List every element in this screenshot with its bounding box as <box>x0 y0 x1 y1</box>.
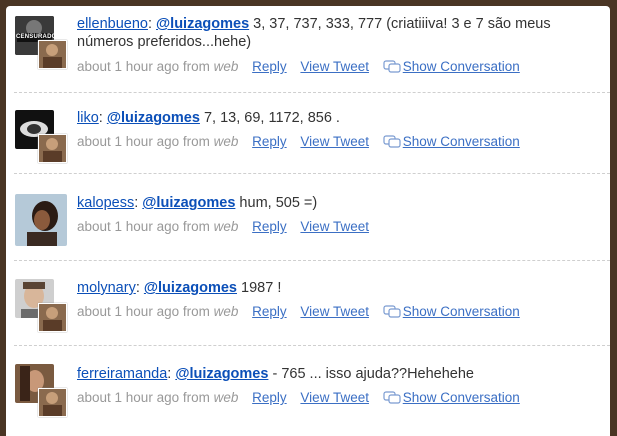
tweet-meta: about 1 hour ago from web Reply View Twe… <box>77 134 520 149</box>
timestamp: about 1 hour ago from <box>77 219 210 234</box>
timeline-panel: CENSURADO ellenbueno: @luizagomes 3, 37,… <box>6 6 610 436</box>
timestamp: about 1 hour ago from <box>77 304 210 319</box>
tweet-meta: about 1 hour ago from web Reply View Twe… <box>77 390 520 405</box>
tweet-text: ferreiramanda: @luizagomes - 765 ... iss… <box>77 366 475 382</box>
divider <box>14 92 610 93</box>
show-conversation-link[interactable]: Show Conversation <box>403 304 520 319</box>
reply-link[interactable]: Reply <box>252 390 287 405</box>
conversation-icon <box>383 305 401 318</box>
tweet-text: ellenbueno: @luizagomes 3, 37, 737, 333,… <box>77 16 551 50</box>
tweet-author-link[interactable]: ellenbueno <box>77 16 148 32</box>
reply-link[interactable]: Reply <box>252 219 287 234</box>
mention-link[interactable]: @luizagomes <box>144 280 237 296</box>
mention-link[interactable]: @luizagomes <box>142 195 235 211</box>
mention-link[interactable]: @luizagomes <box>107 110 200 126</box>
view-tweet-link[interactable]: View Tweet <box>300 304 369 319</box>
show-conversation-link[interactable]: Show Conversation <box>403 390 520 405</box>
tweet-meta: about 1 hour ago from web Reply View Twe… <box>77 304 520 319</box>
timestamp: about 1 hour ago from <box>77 390 210 405</box>
tweet-meta: about 1 hour ago from web Reply View Twe… <box>77 59 520 74</box>
divider <box>14 173 610 174</box>
view-tweet-link[interactable]: View Tweet <box>300 219 369 234</box>
avatar-image <box>15 194 67 246</box>
divider <box>14 260 610 261</box>
avatar[interactable] <box>15 194 67 246</box>
reply-link[interactable]: Reply <box>252 134 287 149</box>
view-tweet-link[interactable]: View Tweet <box>300 59 369 74</box>
avatar-small <box>38 388 67 417</box>
tweet-author-link[interactable]: liko <box>77 110 99 126</box>
tweet-body: hum, 505 =) <box>235 195 318 211</box>
tweet-body: 1987 ! <box>237 280 282 296</box>
tweet-body: 3, 37, 737, 333, 777 (criatiiiva! 3 e 7 … <box>77 16 551 50</box>
tweet-text: liko: @luizagomes 7, 13, 69, 1172, 856 . <box>77 110 340 126</box>
show-conversation-link[interactable]: Show Conversation <box>403 59 520 74</box>
source: web <box>213 304 239 319</box>
view-tweet-link[interactable]: View Tweet <box>300 390 369 405</box>
conversation-icon <box>383 60 401 73</box>
tweet-body: - 765 ... isso ajuda??Hehehehe <box>268 366 475 382</box>
tweet-meta: about 1 hour ago from web Reply View Twe… <box>77 219 369 234</box>
timestamp: about 1 hour ago from <box>77 134 210 149</box>
source: web <box>213 59 239 74</box>
avatar-small <box>38 303 67 332</box>
tweet-author-link[interactable]: ferreiramanda <box>77 366 167 382</box>
tweet-author-link[interactable]: molynary <box>77 280 136 296</box>
timestamp: about 1 hour ago from <box>77 59 210 74</box>
view-tweet-link[interactable]: View Tweet <box>300 134 369 149</box>
source: web <box>213 219 239 234</box>
source: web <box>213 390 239 405</box>
divider <box>14 345 610 346</box>
source: web <box>213 134 239 149</box>
tweet-author-link[interactable]: kalopess <box>77 195 134 211</box>
conversation-icon <box>383 391 401 404</box>
show-conversation-link[interactable]: Show Conversation <box>403 134 520 149</box>
conversation-icon <box>383 135 401 148</box>
avatar-small <box>38 40 67 69</box>
tweet-body: 7, 13, 69, 1172, 856 . <box>199 110 340 126</box>
tweet-text: kalopess: @luizagomes hum, 505 =) <box>77 195 318 211</box>
avatar-small <box>38 134 67 163</box>
tweet-text: molynary: @luizagomes 1987 ! <box>77 280 282 296</box>
mention-link[interactable]: @luizagomes <box>156 16 249 32</box>
mention-link[interactable]: @luizagomes <box>175 366 268 382</box>
reply-link[interactable]: Reply <box>252 304 287 319</box>
reply-link[interactable]: Reply <box>252 59 287 74</box>
